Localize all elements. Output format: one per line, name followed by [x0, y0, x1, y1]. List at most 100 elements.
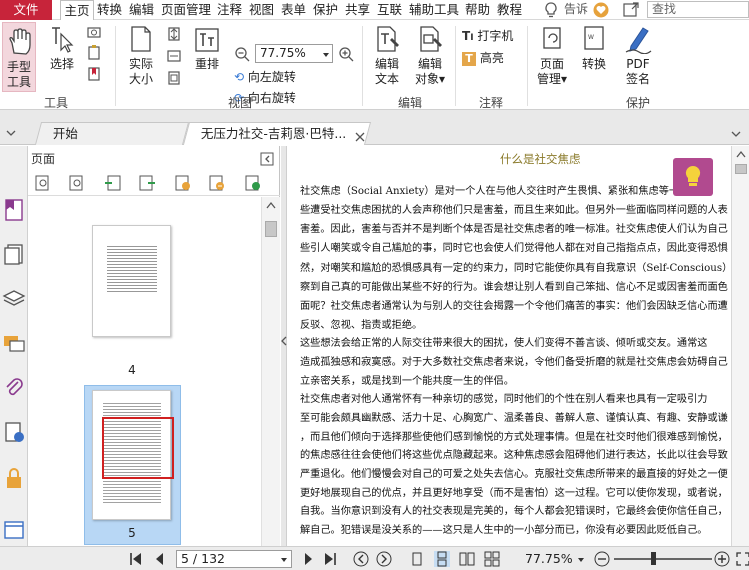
- panel-scroll-thumb[interactable]: [265, 221, 277, 237]
- single-page-view-icon[interactable]: [409, 551, 425, 567]
- rotate-left-button[interactable]: ⟲ 向左旋转: [234, 69, 296, 85]
- menu-home[interactable]: 主页: [60, 0, 94, 21]
- panel-scrollbar[interactable]: [261, 197, 280, 546]
- page-manage-button[interactable]: 页面 管理▾: [533, 24, 571, 87]
- close-icon[interactable]: [355, 132, 365, 142]
- page-number-input[interactable]: 5 / 132: [176, 550, 292, 568]
- tell-me[interactable]: 告诉: [564, 0, 588, 20]
- menu-page-manage[interactable]: 页面管理: [161, 0, 211, 20]
- zoom-in-icon[interactable]: [338, 46, 354, 62]
- actual-size-button[interactable]: 实际 大小: [122, 24, 160, 87]
- scroll-up-icon[interactable]: [736, 150, 746, 158]
- tab-start[interactable]: 开始: [34, 122, 190, 145]
- panel-splitter[interactable]: [281, 146, 287, 546]
- tips-bulb-button[interactable]: [673, 158, 713, 196]
- menu-file[interactable]: 文件: [0, 0, 52, 20]
- menu-connect[interactable]: 互联: [377, 0, 402, 20]
- reflow-button[interactable]: 重排: [192, 24, 222, 72]
- zoom-out-icon[interactable]: [594, 551, 610, 567]
- zoom-slider-thumb[interactable]: [651, 552, 656, 565]
- fullscreen-icon[interactable]: [735, 551, 749, 567]
- highlight-button[interactable]: T 高亮: [462, 50, 504, 66]
- pdf-sign-button[interactable]: PDF 签名: [618, 24, 658, 87]
- extract-page-icon[interactable]: [138, 174, 156, 192]
- visible-area-indicator[interactable]: [102, 417, 174, 479]
- zoom-in-icon[interactable]: [714, 551, 730, 567]
- menu-share[interactable]: 共享: [345, 0, 370, 20]
- fit-width-icon[interactable]: [166, 48, 182, 64]
- collapse-arrow-icon[interactable]: [281, 336, 287, 346]
- continuous-view-icon[interactable]: [434, 551, 450, 567]
- zoom-slider-track[interactable]: [614, 558, 712, 560]
- insert-page-icon[interactable]: [104, 174, 122, 192]
- scroll-thumb[interactable]: [735, 164, 747, 174]
- edit-text-button[interactable]: 编辑 文本: [370, 24, 404, 87]
- menu-accessibility[interactable]: 辅助工具: [409, 0, 459, 20]
- next-view-icon[interactable]: [376, 551, 392, 567]
- search-input[interactable]: 查找: [647, 1, 749, 18]
- previous-page-icon[interactable]: [152, 551, 168, 567]
- add-page-icon[interactable]: [174, 174, 192, 192]
- doc-text-line: 这些想法会给正常的人际交往带来很大的困扰，使人们变得不善言谈、倾听或交友。通常这: [300, 338, 708, 349]
- chevron-down-icon[interactable]: [280, 556, 288, 564]
- zoom-out-icon[interactable]: [234, 46, 250, 62]
- previous-view-icon[interactable]: [353, 551, 369, 567]
- document-view[interactable]: 什么是社交焦虑 社交焦虑（Social Anxiety）是对一个人在与他人交往时…: [288, 146, 731, 546]
- typewriter-button[interactable]: TI 打字机: [462, 28, 513, 46]
- chevron-down-icon[interactable]: [5, 127, 17, 139]
- page-properties-icon[interactable]: [244, 174, 262, 192]
- signature-icon[interactable]: [2, 420, 26, 444]
- pages-thumbnail-icon[interactable]: [2, 242, 26, 266]
- first-page-icon[interactable]: [128, 551, 144, 567]
- comments-icon[interactable]: [2, 332, 26, 356]
- chevron-down-icon[interactable]: [322, 51, 330, 59]
- fit-page-icon[interactable]: [166, 26, 182, 42]
- highlight-icon: T: [462, 52, 476, 66]
- pen-sign-icon: [625, 27, 652, 54]
- heart-icon[interactable]: [593, 2, 609, 18]
- group-label-view: 视图: [227, 96, 252, 110]
- lock-icon[interactable]: [2, 466, 26, 490]
- forms-icon[interactable]: [2, 518, 26, 542]
- snapshot-icon[interactable]: [86, 24, 102, 40]
- lightbulb-icon[interactable]: [543, 2, 559, 18]
- delete-page-icon[interactable]: [208, 174, 226, 192]
- continuous-facing-view-icon[interactable]: [484, 551, 500, 567]
- menu-view[interactable]: 视图: [249, 0, 274, 20]
- menu-comment[interactable]: 注释: [217, 0, 242, 20]
- menu-help[interactable]: 帮助: [465, 0, 490, 20]
- edit-object-label: 编辑 对象▾: [414, 57, 446, 86]
- zoom-out-page-icon[interactable]: [68, 174, 86, 192]
- panel-collapse-icon[interactable]: [260, 152, 274, 166]
- bookmark-icon[interactable]: [86, 66, 102, 82]
- edit-object-button[interactable]: 编辑 对象▾: [410, 24, 450, 87]
- settings-gear-icon[interactable]: [623, 2, 639, 18]
- menu-protect[interactable]: 保护: [313, 0, 338, 20]
- facing-view-icon[interactable]: [459, 551, 475, 567]
- tab-document[interactable]: 无压力社交-吉莉恩·巴特...: [182, 122, 372, 145]
- clipboard-icon[interactable]: [86, 44, 102, 60]
- select-button[interactable]: 选择: [45, 24, 79, 72]
- edit-text-icon: [377, 26, 399, 52]
- convert-button[interactable]: W 转换: [577, 24, 611, 72]
- chevron-down-icon[interactable]: [730, 128, 742, 140]
- menu-convert[interactable]: 转换: [97, 0, 122, 20]
- zoom-in-page-icon[interactable]: [34, 174, 52, 192]
- page-thumbnail-5[interactable]: [92, 390, 174, 520]
- hand-tool-button[interactable]: 手型 工具: [2, 22, 36, 92]
- doc-text-line: 严重退化。他们慢慢会对自己的可爱之处失去信心。克服社交焦虑所带来的最直接的好处之…: [300, 469, 728, 480]
- menu-edit[interactable]: 编辑: [129, 0, 154, 20]
- page-thumbnail-4[interactable]: [92, 225, 171, 337]
- fit-visible-icon[interactable]: [166, 70, 182, 86]
- attachment-paperclip-icon[interactable]: [2, 376, 26, 400]
- next-page-icon[interactable]: [300, 551, 316, 567]
- menu-tutorial[interactable]: 教程: [497, 0, 522, 20]
- layers-icon[interactable]: [2, 286, 26, 310]
- menu-form[interactable]: 表单: [281, 0, 306, 20]
- chevron-down-icon[interactable]: [577, 556, 585, 564]
- bookmarks-icon[interactable]: [2, 198, 26, 222]
- vertical-scrollbar[interactable]: [731, 146, 749, 546]
- last-page-icon[interactable]: [322, 551, 338, 567]
- scroll-up-icon[interactable]: [266, 201, 276, 209]
- document-page: 什么是社交焦虑 社交焦虑（Social Anxiety）是对一个人在与他人交往时…: [288, 146, 731, 546]
